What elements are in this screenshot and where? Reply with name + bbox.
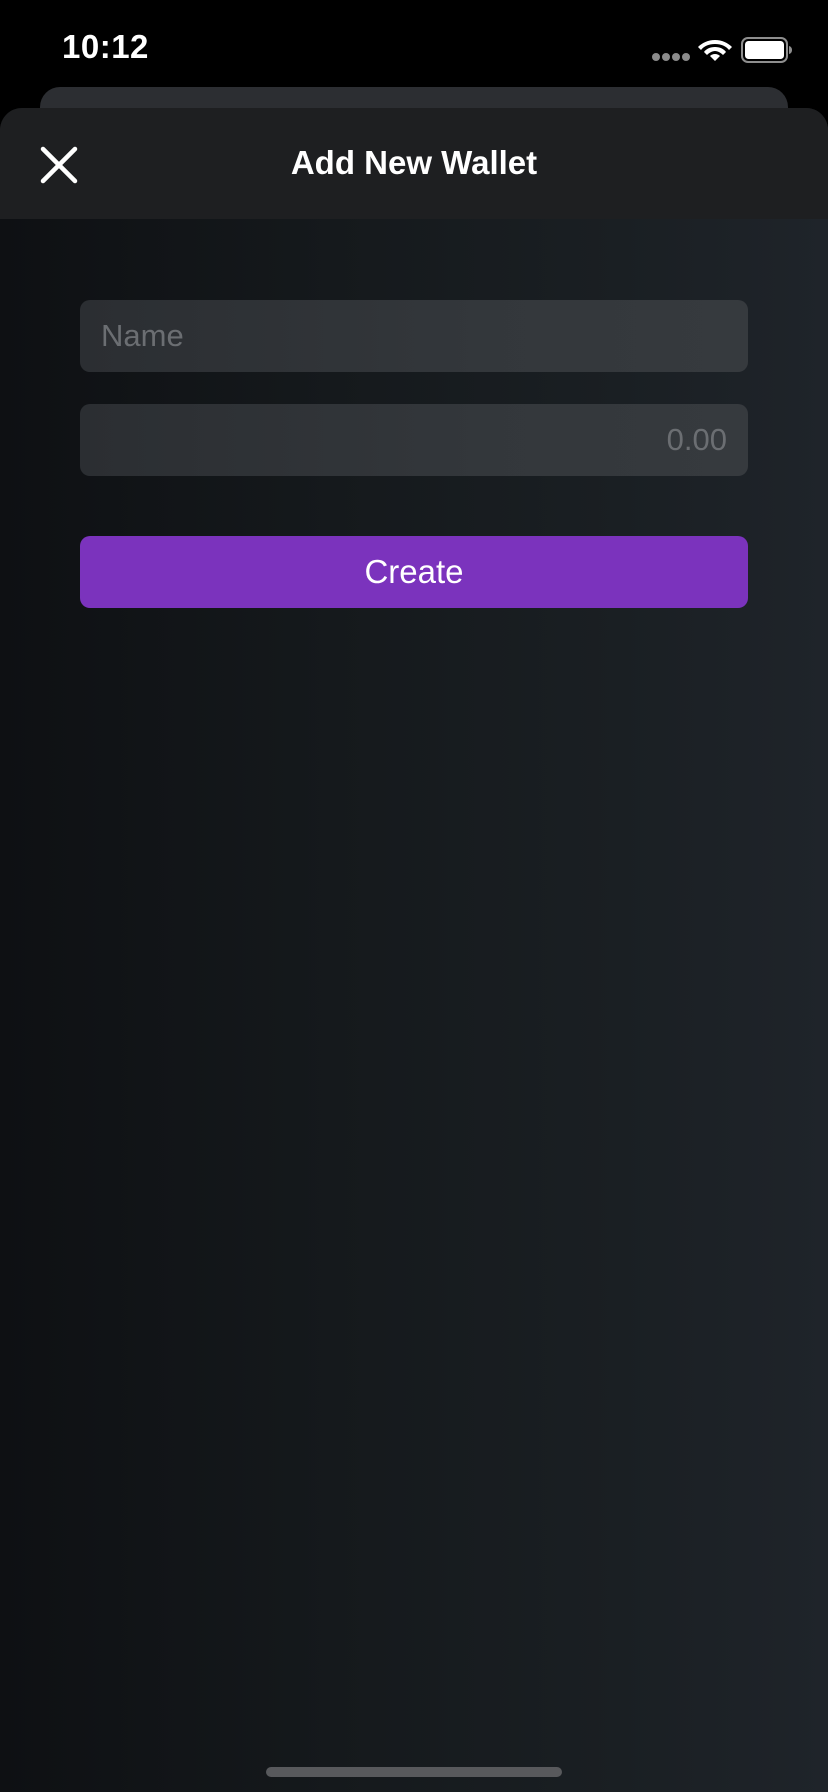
wallet-amount-input[interactable] xyxy=(80,404,748,476)
navigation-bar: Add New Wallet xyxy=(0,108,828,219)
add-wallet-sheet: Add New Wallet Create xyxy=(0,108,828,1792)
cellular-dots-icon xyxy=(652,53,692,62)
screen: 10:12 Add New Wallet Cre xyxy=(0,0,828,1792)
create-button[interactable]: Create xyxy=(80,536,748,608)
status-bar: 10:12 xyxy=(0,0,828,100)
home-indicator[interactable] xyxy=(266,1767,562,1777)
status-time: 10:12 xyxy=(62,28,149,65)
wifi-icon xyxy=(698,40,732,61)
wallet-name-input[interactable] xyxy=(80,300,748,372)
battery-full-icon xyxy=(741,37,792,63)
page-title: Add New Wallet xyxy=(290,144,538,181)
